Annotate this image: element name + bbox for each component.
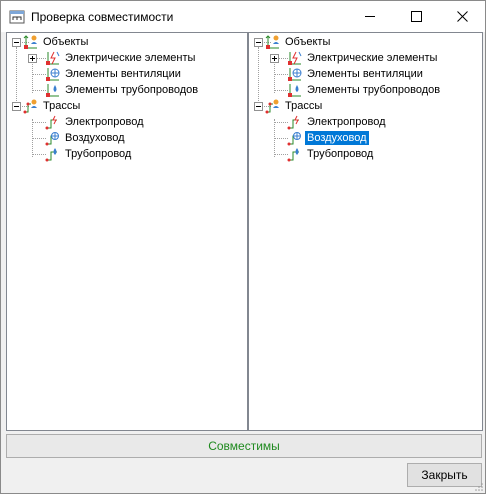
tree-node-routes[interactable]: Трассы bbox=[23, 98, 82, 114]
expand-icon[interactable] bbox=[28, 54, 37, 63]
electrical-elements-icon bbox=[46, 51, 60, 65]
ventilation-elements-icon bbox=[46, 68, 60, 81]
tree-node-electrical-elements[interactable]: Электрические элементы bbox=[287, 50, 439, 66]
pipeline-elements-icon bbox=[46, 84, 59, 97]
electrical-wire-icon bbox=[45, 115, 57, 130]
expand-icon[interactable] bbox=[270, 54, 279, 63]
tree-node-label: Трассы bbox=[43, 100, 81, 112]
pipeline-icon bbox=[287, 148, 299, 162]
close-button[interactable]: Закрыть bbox=[407, 463, 482, 487]
tree-node-label: Объекты bbox=[285, 36, 331, 48]
collapse-icon[interactable] bbox=[12, 102, 21, 111]
tree-node-label: Элементы трубопроводов bbox=[65, 84, 199, 96]
tree-node-label: Электропровод bbox=[65, 116, 144, 128]
tree-node-label: Объекты bbox=[43, 36, 89, 48]
compatibility-status: Совместимы bbox=[6, 434, 482, 458]
pipeline-elements-icon bbox=[288, 84, 301, 97]
tree-node-electrical-elements[interactable]: Электрические элементы bbox=[45, 50, 197, 66]
tree-node-air-duct[interactable]: Воздуховод bbox=[45, 130, 127, 146]
tree-node-ventilation-elements[interactable]: Элементы вентиляции bbox=[287, 66, 425, 82]
tree-node-pipeline[interactable]: Трубопровод bbox=[287, 146, 375, 162]
objects-icon bbox=[265, 35, 279, 49]
tree-node-label: Элементы трубопроводов bbox=[307, 84, 441, 96]
tree-node-label: Трубопровод bbox=[307, 148, 374, 160]
tree-node-label: Электропровод bbox=[307, 116, 386, 128]
minimize-icon bbox=[364, 16, 375, 17]
tree-node-label-selected: Воздуховод bbox=[305, 131, 369, 145]
tree-node-label: Воздуховод bbox=[65, 132, 125, 144]
window-title: Проверка совместимости bbox=[31, 10, 174, 24]
minimize-button[interactable] bbox=[347, 1, 393, 32]
tree-node-ventilation-elements[interactable]: Элементы вентиляции bbox=[45, 66, 183, 82]
left-tree[interactable]: Объекты Электрические элементы Элементы … bbox=[6, 32, 248, 431]
tree-node-label: Элементы вентиляции bbox=[307, 68, 423, 80]
tree-node-electrical-wire[interactable]: Электропровод bbox=[45, 114, 146, 130]
collapse-icon[interactable] bbox=[254, 38, 263, 47]
compatibility-app-icon bbox=[9, 10, 25, 24]
tree-node-label: Электрические элементы bbox=[65, 52, 196, 64]
tree-node-label: Элементы вентиляции bbox=[65, 68, 181, 80]
close-icon bbox=[456, 11, 468, 22]
objects-icon bbox=[23, 35, 37, 49]
resize-grip-icon[interactable] bbox=[474, 482, 484, 492]
maximize-icon bbox=[410, 11, 422, 22]
tree-node-label: Электрические элементы bbox=[307, 52, 438, 64]
air-duct-icon bbox=[287, 132, 301, 146]
tree-node-pipeline-elements[interactable]: Элементы трубопроводов bbox=[45, 82, 200, 98]
pipeline-icon bbox=[45, 148, 57, 162]
routes-icon bbox=[23, 99, 37, 114]
title-bar[interactable]: Проверка совместимости bbox=[1, 1, 485, 32]
tree-node-routes[interactable]: Трассы bbox=[265, 98, 324, 114]
close-window-button[interactable] bbox=[439, 1, 485, 32]
collapse-icon[interactable] bbox=[12, 38, 21, 47]
air-duct-icon bbox=[45, 132, 59, 146]
collapse-icon[interactable] bbox=[254, 102, 263, 111]
compatibility-check-window: Проверка совместимости Объекты Электриче… bbox=[0, 0, 486, 494]
tree-node-label: Трассы bbox=[285, 100, 323, 112]
tree-node-label: Трубопровод bbox=[65, 148, 132, 160]
electrical-elements-icon bbox=[288, 51, 302, 65]
routes-icon bbox=[265, 99, 279, 114]
tree-node-objects[interactable]: Объекты bbox=[265, 34, 332, 50]
tree-node-objects[interactable]: Объекты bbox=[23, 34, 90, 50]
tree-node-air-duct-selected[interactable]: Воздуховод bbox=[287, 130, 369, 146]
tree-node-electrical-wire[interactable]: Электропровод bbox=[287, 114, 388, 130]
electrical-wire-icon bbox=[287, 115, 299, 130]
right-tree[interactable]: Объекты Электрические элементы Элементы … bbox=[248, 32, 483, 431]
maximize-button[interactable] bbox=[393, 1, 439, 32]
tree-node-pipeline-elements[interactable]: Элементы трубопроводов bbox=[287, 82, 442, 98]
tree-node-pipeline[interactable]: Трубопровод bbox=[45, 146, 133, 162]
ventilation-elements-icon bbox=[288, 68, 302, 81]
